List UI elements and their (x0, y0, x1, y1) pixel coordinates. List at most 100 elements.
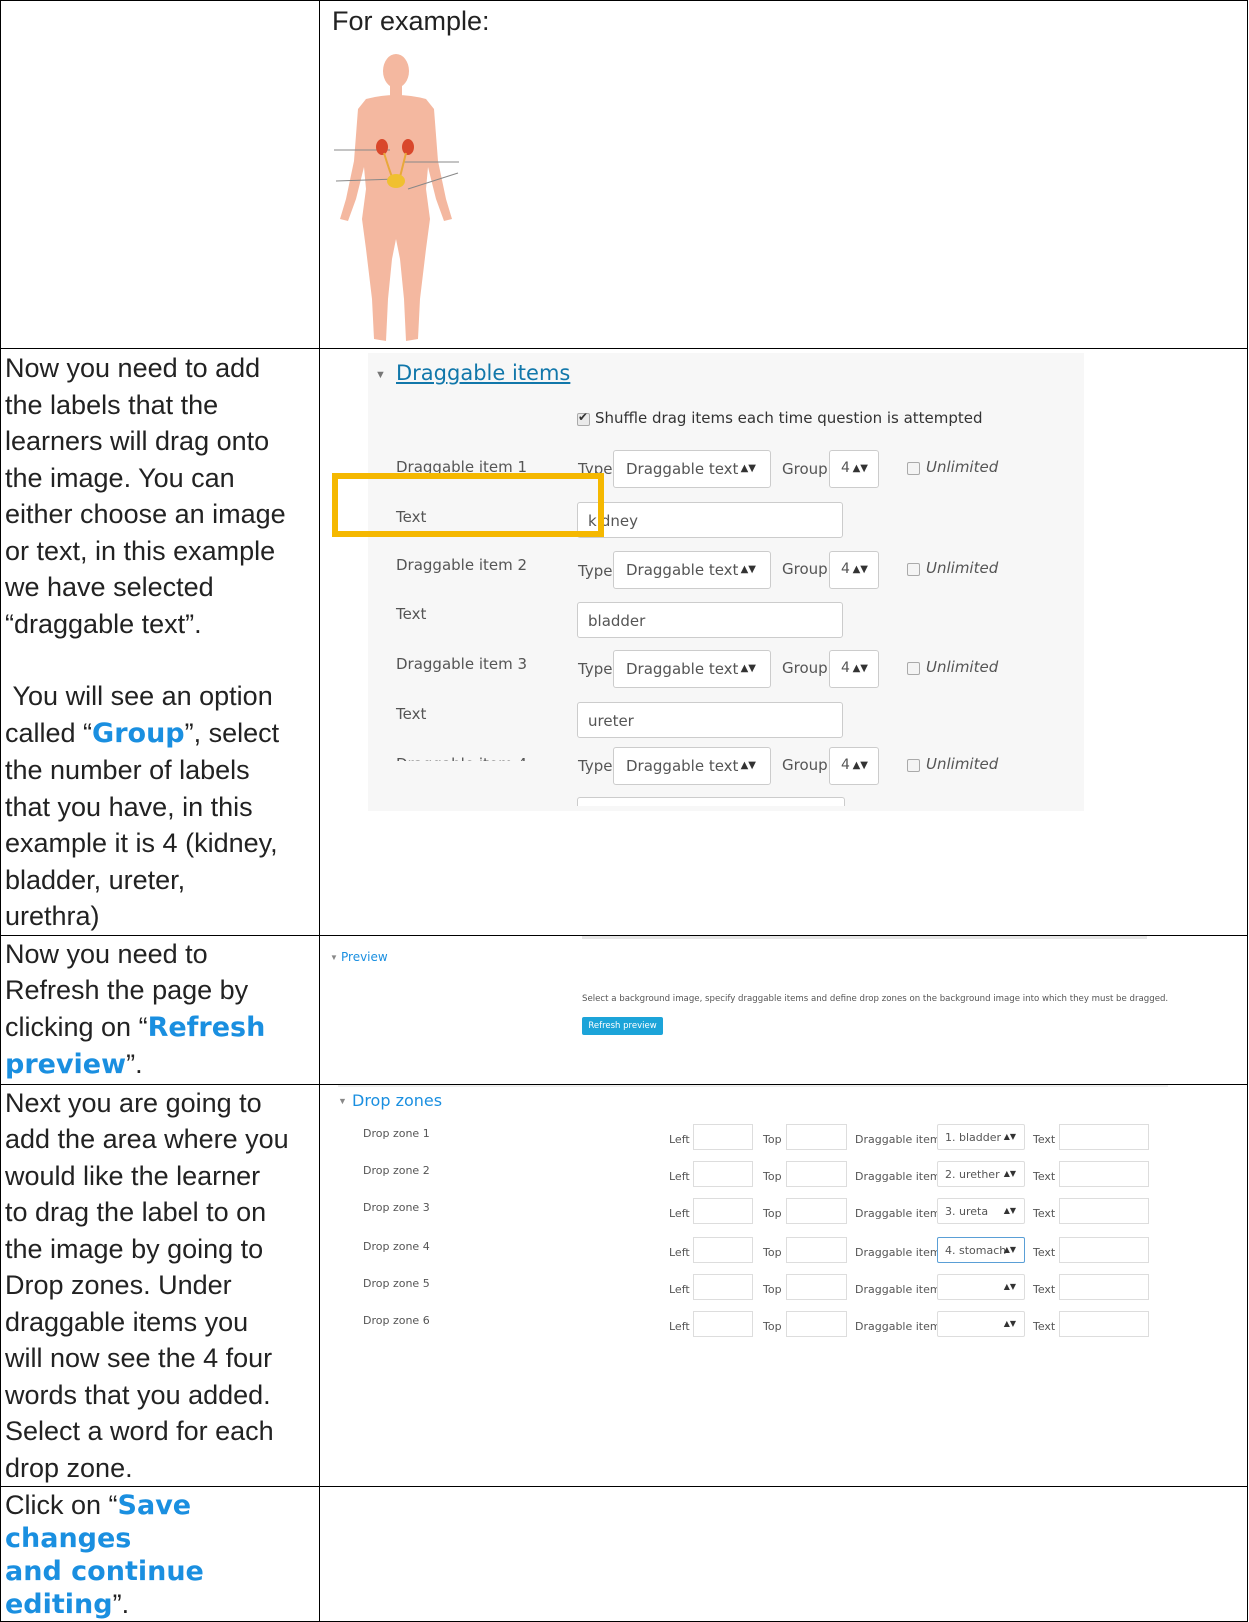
draggable-item-select[interactable]: ▲▼ (937, 1273, 1025, 1300)
kidney-right-shape (402, 139, 414, 155)
bladder-shape (387, 174, 405, 188)
instr-line: “draggable text”. (5, 608, 202, 639)
top-input[interactable] (786, 1197, 847, 1224)
text-label: Text (396, 705, 427, 723)
text-input[interactable]: bladder (577, 602, 843, 638)
preview-panel: ▼ Preview Select a background image, spe… (330, 935, 1240, 1081)
section-title-draggable-items[interactable]: Draggable items (396, 361, 570, 385)
text-input[interactable]: kidney (577, 502, 843, 538)
draggable-item-label: Draggable item (855, 1319, 941, 1333)
top-input[interactable] (786, 1123, 847, 1150)
text-input[interactable] (1059, 1123, 1149, 1150)
dropzone-screenshot-cell: ▼ Drop zones Drop zone 1 Left Top Draggable… (319, 1083, 1248, 1487)
text-input-partial (577, 797, 845, 806)
top-input[interactable] (786, 1160, 847, 1187)
instr-line: Click on “Save changes (5, 1490, 192, 1554)
instr-line: the image by going to (5, 1233, 264, 1264)
empty-left-cell (0, 0, 320, 349)
drop-zone-label: Drop zone 3 (363, 1200, 430, 1214)
instr-line: Select a word for each (5, 1416, 274, 1446)
group-select[interactable]: 4 ▲▼ (829, 747, 879, 785)
draggable-item-select[interactable]: ▲▼ (937, 1310, 1025, 1337)
drop-zone-label: Drop zone 4 (363, 1239, 430, 1253)
draggable-item-label: Draggable item (855, 1206, 941, 1220)
type-select[interactable]: Draggable text ▲▼ (613, 747, 771, 785)
select-arrow-icon: ▲▼ (1003, 1318, 1016, 1328)
save-instructions-cell: Click on “Save changes and continue edit… (0, 1486, 320, 1622)
unlimited-checkbox[interactable] (907, 563, 920, 576)
section-title-drop-zones[interactable]: Drop zones (352, 1091, 442, 1110)
left-label: Left (669, 1132, 690, 1146)
group-select[interactable]: 4 ▲▼ (829, 450, 879, 488)
human-body-figure (334, 54, 459, 341)
instr-line: You will see an option (12, 681, 273, 711)
instr-line: drop zone. (5, 1452, 133, 1483)
instr-line: bladder, ureter, (5, 864, 186, 895)
top-input[interactable] (786, 1310, 847, 1337)
instr-line: Now you need to (5, 938, 208, 969)
preview-description: Select a background image, specify dragg… (582, 993, 1169, 1004)
refresh-preview-button[interactable]: Refresh preview (582, 1016, 663, 1035)
preview-instructions-cell: Now you need to Refresh the page by clic… (0, 934, 320, 1085)
left-input[interactable] (693, 1123, 753, 1150)
text-input[interactable] (1059, 1160, 1149, 1187)
empty-right-cell (319, 1486, 1248, 1622)
instr-line: the image. You can (5, 462, 235, 493)
type-label: Type (578, 562, 613, 580)
unlimited-checkbox[interactable] (907, 662, 920, 675)
text-input[interactable] (1059, 1273, 1149, 1300)
group-label: Group (782, 756, 828, 774)
type-label: Type (578, 757, 613, 775)
draggable-item-select[interactable]: 2. urether ▲▼ (937, 1160, 1025, 1187)
shuffle-checkbox[interactable]: ✔ (577, 410, 590, 426)
text-input[interactable] (1059, 1197, 1149, 1224)
text-input[interactable] (1059, 1236, 1149, 1263)
section-title-preview[interactable]: Preview (341, 950, 388, 964)
drop-zone-label: Drop zone 1 (363, 1126, 430, 1140)
highlight-box (332, 473, 604, 537)
type-select[interactable]: Draggable text ▲▼ (613, 650, 771, 688)
caret-down-icon: ▼ (330, 952, 338, 962)
left-input[interactable] (693, 1273, 753, 1300)
group-select[interactable]: 4 ▲▼ (829, 650, 879, 688)
instr-line: words that you added. (5, 1379, 271, 1410)
instr-line: the number of labels (5, 755, 250, 785)
left-label: Left (669, 1245, 690, 1259)
text-input[interactable]: ureter (577, 702, 843, 738)
text-label: Text (396, 605, 427, 623)
instr-line: urethra) (5, 901, 100, 931)
type-label: Type (578, 660, 613, 678)
instr-line: either choose an image (5, 499, 286, 529)
text-input[interactable] (1059, 1310, 1149, 1337)
drop-zone-label: Drop zone 5 (363, 1276, 430, 1290)
text-label: Text (1033, 1282, 1056, 1296)
group-select[interactable]: 4 ▲▼ (829, 551, 879, 589)
draggable-item-select[interactable]: 3. ureta ▲▼ (937, 1197, 1025, 1224)
group-label: Group (782, 659, 828, 677)
drop-zone-label: Drop zone 6 (363, 1313, 430, 1327)
left-label: Left (669, 1282, 690, 1296)
unlimited-checkbox[interactable] (907, 759, 920, 772)
draggable-screenshot-cell: ▼ Draggable items ✔ Shuffle drag items e… (319, 348, 1248, 936)
left-input[interactable] (693, 1310, 753, 1337)
instr-line: that you have, in this (5, 791, 253, 822)
left-input[interactable] (693, 1197, 753, 1224)
top-input[interactable] (786, 1236, 847, 1263)
instr-line: Next you are going to (5, 1087, 262, 1118)
draggable-item-select[interactable]: 4. stomach ▲▼ (937, 1236, 1025, 1263)
preview-screenshot-cell: ▼ Preview Select a background image, spe… (319, 934, 1248, 1085)
unlimited-checkbox[interactable] (907, 462, 920, 475)
type-select[interactable]: Draggable text ▲▼ (613, 551, 771, 589)
draggable-item-select[interactable]: 1. bladder ▲▼ (937, 1123, 1025, 1150)
left-input[interactable] (693, 1160, 753, 1187)
text-label: Text (1033, 1132, 1056, 1146)
left-input[interactable] (693, 1236, 753, 1263)
text-label: Text (1033, 1319, 1056, 1333)
type-select[interactable]: Draggable text ▲▼ (613, 450, 771, 488)
top-input[interactable] (786, 1273, 847, 1300)
caret-down-icon: ▼ (338, 1095, 347, 1106)
left-label: Left (669, 1319, 690, 1333)
kidney-left-shape (376, 139, 388, 155)
draggable-item-label: Draggable item (855, 1169, 941, 1183)
instr-line: add the area where you (5, 1124, 289, 1154)
